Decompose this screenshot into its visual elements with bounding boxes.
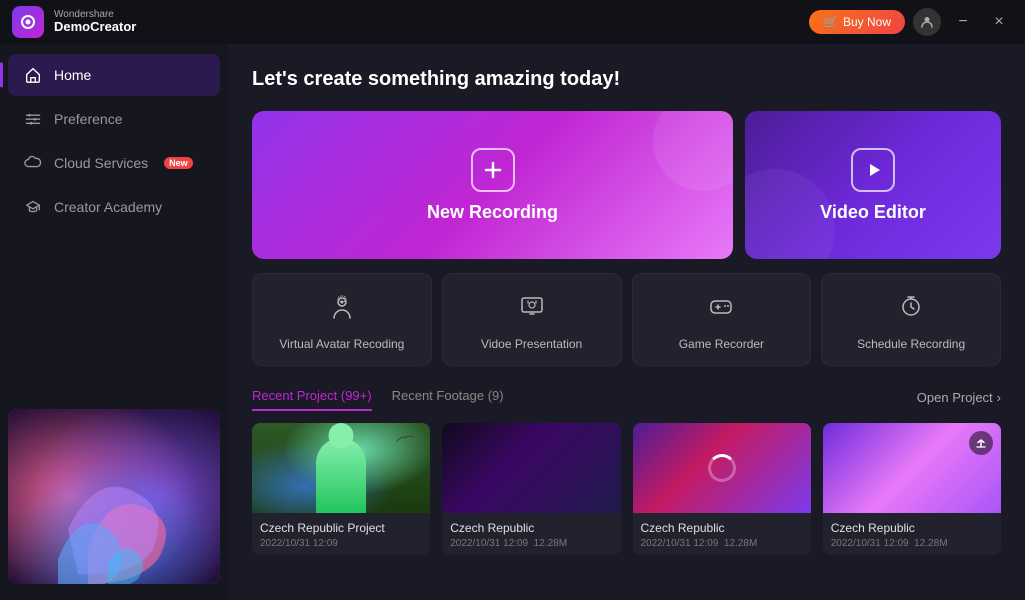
minimize-button[interactable]: − [949,8,977,36]
titlebar-left: Wondershare DemoCreator [12,6,136,38]
project-info: Czech Republic 2022/10/31 12:09 12.28M [633,513,811,555]
video-editor-icon [851,148,895,192]
schedule-recording-icon [897,292,925,327]
sidebar: Home Preference Cloud Servi [0,44,228,600]
cart-icon: 🛒 [823,15,838,29]
open-project-link[interactable]: Open Project › [917,390,1001,405]
new-recording-label: New Recording [427,202,558,223]
project-card[interactable]: Czech Republic Project 2022/10/31 12:09 [252,423,430,555]
main-content: Let's create something amazing today! Ne… [228,44,1025,600]
sidebar-item-cloud-services[interactable]: Cloud Services New [8,142,220,184]
sidebar-item-label: Preference [54,111,122,127]
profile-button[interactable] [913,8,941,36]
game-recorder-icon [707,292,735,327]
video-editor-card[interactable]: Video Editor [745,111,1001,259]
schedule-recording-card[interactable]: Schedule Recording [821,273,1001,366]
video-editor-label: Video Editor [820,202,926,223]
project-thumbnail-4 [823,423,1001,513]
project-meta: 2022/10/31 12:09 12.28M [831,538,993,549]
video-presentation-card[interactable]: Vidoe Presentation [442,273,622,366]
virtual-avatar-card[interactable]: Virtual Avatar Recoding [252,273,432,366]
buy-now-button[interactable]: 🛒 Buy Now [809,10,905,34]
action-cards: New Recording Video Editor [252,111,1001,259]
sidebar-thumbnail-inner [8,409,220,584]
page-heading: Let's create something amazing today! [252,68,1001,91]
sidebar-item-label: Home [54,67,91,83]
close-button[interactable]: × [985,8,1013,36]
project-thumbnail-2 [442,423,620,513]
sidebar-nav: Home Preference Cloud Servi [0,52,228,409]
tab-recent-project[interactable]: Recent Project (99+) [252,384,372,411]
secondary-cards: Virtual Avatar Recoding Vidoe Presentati… [252,273,1001,366]
recent-header: Recent Project (99+) Recent Footage (9) … [252,384,1001,411]
recent-tabs: Recent Project (99+) Recent Footage (9) [252,384,524,411]
project-info: Czech Republic 2022/10/31 12:09 12.28M [442,513,620,555]
new-recording-card[interactable]: New Recording [252,111,733,259]
app-logo-icon [12,6,44,38]
app-logo-text: Wondershare DemoCreator [54,9,136,34]
video-presentation-label: Vidoe Presentation [481,337,582,351]
project-meta: 2022/10/31 12:09 12.28M [641,538,803,549]
preference-icon [24,110,42,128]
project-thumbnail-1 [252,423,430,513]
project-info: Czech Republic 2022/10/31 12:09 12.28M [823,513,1001,555]
game-recorder-card[interactable]: Game Recorder [632,273,812,366]
project-name: Czech Republic [831,521,993,535]
tab-recent-footage[interactable]: Recent Footage (9) [392,384,504,411]
virtual-avatar-icon [328,292,356,327]
titlebar-right: 🛒 Buy Now − × [809,8,1013,36]
schedule-recording-label: Schedule Recording [857,337,965,351]
sidebar-item-label: Creator Academy [54,199,162,215]
virtual-avatar-label: Virtual Avatar Recoding [279,337,404,351]
home-icon [24,66,42,84]
game-recorder-label: Game Recorder [679,337,764,351]
chevron-right-icon: › [997,390,1001,405]
academy-icon [24,198,42,216]
project-name: Czech Republic [450,521,612,535]
buy-now-label: Buy Now [843,15,891,29]
sidebar-item-home[interactable]: Home [8,54,220,96]
project-info: Czech Republic Project 2022/10/31 12:09 [252,513,430,555]
sidebar-item-preference[interactable]: Preference [8,98,220,140]
cloud-icon [24,154,42,172]
project-name: Czech Republic Project [260,521,422,535]
project-card[interactable]: Czech Republic 2022/10/31 12:09 12.28M [823,423,1001,555]
brand-main: DemoCreator [54,20,136,34]
user-icon [920,15,934,29]
project-meta: 2022/10/31 12:09 [260,538,422,549]
new-badge: New [164,157,193,169]
project-meta: 2022/10/31 12:09 12.28M [450,538,612,549]
project-card[interactable]: Czech Republic 2022/10/31 12:09 12.28M [442,423,620,555]
play-icon [862,159,884,181]
new-recording-icon [471,148,515,192]
loading-spinner [708,454,736,482]
project-card[interactable]: Czech Republic 2022/10/31 12:09 12.28M [633,423,811,555]
project-grid: Czech Republic Project 2022/10/31 12:09 … [252,423,1001,555]
upload-icon [969,431,993,455]
sidebar-item-label: Cloud Services [54,155,148,171]
plus-icon [482,159,504,181]
video-presentation-icon [518,292,546,327]
bird-icon [395,433,415,447]
sidebar-art [8,409,220,584]
titlebar: Wondershare DemoCreator 🛒 Buy Now − × [0,0,1025,44]
app-body: Home Preference Cloud Servi [0,44,1025,600]
sidebar-thumbnail [8,409,220,584]
project-name: Czech Republic [641,521,803,535]
sidebar-item-creator-academy[interactable]: Creator Academy [8,186,220,228]
project-thumbnail-3 [633,423,811,513]
